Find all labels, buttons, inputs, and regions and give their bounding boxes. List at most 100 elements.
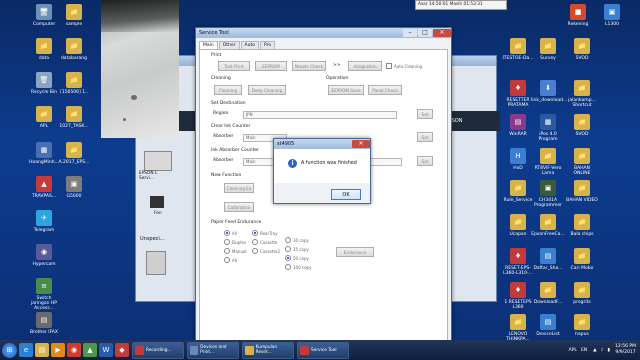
desktop-icon[interactable]: 📁 Ucapan — [501, 214, 535, 237]
region-select[interactable]: JPN — [243, 111, 397, 119]
nozzle-check-button[interactable]: Nozzle Check — [292, 61, 326, 71]
desktop-icon[interactable]: 📁 Survey — [531, 38, 565, 61]
close-button[interactable]: ✕ — [433, 28, 451, 37]
clock[interactable]: 12:56 PM 9/9/2017 — [615, 344, 636, 356]
volume-icon[interactable]: ♪ — [601, 348, 604, 353]
desktop-icon[interactable]: ✈ Telegram — [27, 210, 61, 233]
tray-arrow-icon[interactable]: ▲ — [593, 348, 596, 353]
desktop-icon[interactable]: 📁 Rule_Service — [501, 180, 535, 203]
pinned-app-icon[interactable]: e — [19, 342, 33, 358]
desktop-icon[interactable]: 📁 Cari Mobo — [565, 248, 599, 271]
desktop-icon[interactable]: ♦ 1 RESETEPS L360 — [501, 282, 535, 310]
desktop-icon[interactable]: ▣ L1300 — [595, 4, 629, 27]
radio-duplex[interactable]: Duplex — [224, 239, 246, 245]
desktop-icon[interactable]: ▤ Daftar_Sha... — [531, 248, 565, 271]
radio-cassette[interactable]: Cassette — [252, 239, 277, 245]
tray-lang[interactable]: EN — [581, 348, 587, 353]
panel-check-button[interactable]: Panel Check — [368, 85, 402, 95]
desktop-icon[interactable]: ◉ Hypercam — [27, 244, 61, 267]
minimize-button[interactable]: – — [403, 28, 417, 37]
desktop-icon[interactable]: 📁 progrits — [565, 282, 599, 305]
radio-25-copy[interactable]: 25 copy — [285, 246, 309, 252]
desktop-icon[interactable]: 📁 RT8VIF-Vero Lama — [531, 148, 565, 176]
radio-all-2[interactable]: All — [224, 257, 237, 263]
pinned-app-icon[interactable]: ▲ — [83, 342, 97, 358]
unspec-device-icon[interactable] — [146, 251, 166, 275]
radio-100-copy[interactable]: 100 copy — [285, 264, 311, 270]
fen-icon[interactable] — [150, 196, 164, 208]
desktop-icon[interactable]: 📁 hapus — [565, 314, 599, 337]
desktop-icon[interactable]: 📁 ITESTOE-Da... — [501, 38, 535, 61]
taskbar-window-button[interactable]: Kumpulan Reset... — [242, 341, 294, 359]
cleaning-ex-button[interactable]: Cleaning Ex — [224, 183, 254, 193]
radio-cassette2[interactable]: Cassette2 — [252, 248, 280, 254]
tab-main[interactable]: Main — [199, 41, 218, 49]
endurance-button[interactable]: Endurance — [336, 247, 374, 257]
desktop-icon[interactable]: 🗑 Recycle Bin — [27, 72, 61, 95]
desktop-icon[interactable]: 📁 APL — [27, 106, 61, 129]
desktop-icon[interactable]: ▦ iPos 4.0 Program — [531, 114, 565, 142]
dialog-close-button[interactable]: ✕ — [352, 139, 370, 148]
desktop-icon[interactable]: 📁 BAHAN ONLINE — [565, 148, 599, 176]
desktop-icon[interactable]: ⬇ link_download... — [531, 80, 567, 103]
test-print-button[interactable]: Test Print — [218, 61, 250, 71]
desktop-icon[interactable]: 📁 databarang — [57, 38, 91, 61]
dialog-titlebar[interactable]: st4905 ✕ — [274, 139, 370, 149]
desktop-icon[interactable]: ▲ TRAVPAS... — [27, 176, 61, 199]
service-tool-titlebar[interactable]: Service Tool – □ ✕ — [196, 28, 451, 38]
pinned-app-icon[interactable]: ◉ — [67, 342, 81, 358]
integration-button[interactable]: Integration — [348, 61, 382, 71]
taskbar-window-button[interactable]: Recording... — [132, 341, 184, 359]
desktop-icon[interactable]: 📁 DownloadF... — [531, 282, 565, 305]
desktop-icon[interactable]: ♦ RESET-EPS-L360-L310-... — [501, 248, 535, 276]
set-region-button[interactable]: Set — [417, 109, 433, 119]
tray-apl[interactable]: APL — [569, 348, 577, 353]
desktop-icon[interactable]: ▣ CH341A Programmer — [531, 180, 565, 208]
desktop-icon[interactable]: ▤ DeviceList — [531, 314, 565, 337]
radio-all[interactable]: All — [224, 230, 237, 236]
set-absorber-button[interactable]: Set — [417, 132, 433, 142]
network-icon[interactable]: ▮ — [608, 348, 610, 353]
dialog-ok-button[interactable]: OK — [331, 189, 361, 200]
cleaning-button[interactable]: Cleaning — [214, 85, 242, 95]
calibration-button[interactable]: Calibration — [224, 202, 254, 212]
desktop-icon[interactable]: 📁 A.2017_EPS... — [57, 142, 91, 165]
desktop-icon[interactable]: 📁 1027_TASK... — [57, 106, 91, 129]
desktop-icon[interactable]: 📁 SVOD — [565, 38, 599, 61]
desktop-icon[interactable]: 📁 Bala chips — [565, 214, 599, 237]
pinned-app-icon[interactable]: W — [99, 342, 113, 358]
desktop-icon[interactable]: ▤ Brother IFAX — [27, 312, 61, 335]
set-counter-button[interactable]: Set — [417, 156, 433, 166]
desktop-icon[interactable]: 📁 jalankamp... Shortcut — [565, 80, 599, 108]
taskbar-window-button[interactable]: Service Tool — [297, 341, 349, 359]
desktop-icon[interactable]: 📁 data — [27, 38, 61, 61]
tab-auto[interactable]: Auto — [240, 41, 259, 49]
start-button[interactable]: ⊞ — [2, 342, 17, 358]
pinned-app-icon[interactable]: ▶ — [51, 342, 65, 358]
pinned-app-icon[interactable]: ▤ — [35, 342, 49, 358]
eeprom-button[interactable]: EEPROM — [255, 61, 287, 71]
radio-reartray[interactable]: RearTray — [252, 230, 277, 236]
desktop-icon[interactable]: 📁 BAHAN VIDEO — [565, 180, 599, 203]
desktop-icon[interactable]: ≡ Switch jaringan HP Access... — [27, 278, 61, 311]
desktop-icon[interactable]: 📁 EpsonFreeCa... — [531, 214, 565, 237]
desktop-icon[interactable]: ▣ G5000 — [57, 176, 91, 199]
tab-pro[interactable]: Pro — [259, 41, 276, 49]
desktop-icon[interactable]: 📁 sample — [57, 4, 91, 27]
desktop-icon[interactable]: ▤ WinRAR — [501, 114, 535, 137]
auto-cleaning-checkbox[interactable]: Auto Cleaning — [386, 63, 422, 69]
tab-other[interactable]: Other — [218, 41, 240, 49]
radio-manual[interactable]: Manual — [224, 248, 247, 254]
desktop-icon[interactable]: ■ Rekening — [561, 4, 595, 27]
desktop-icon[interactable]: H HxD — [501, 148, 535, 171]
taskbar-window-button[interactable]: Devices and Print... — [187, 341, 239, 359]
desktop-icon[interactable]: 📁LENOVO THINKPA... — [501, 314, 535, 342]
deep-cleaning-button[interactable]: Deep Cleaning — [248, 85, 286, 95]
maximize-button[interactable]: □ — [418, 28, 432, 37]
epson-printer-icon[interactable] — [144, 151, 172, 171]
eeprom-save-button[interactable]: EEPROM Save — [328, 85, 364, 95]
desktop-icon[interactable]: ♦ RESETTER PRATAMA — [501, 80, 535, 108]
radio-10-copy[interactable]: 10 copy — [285, 237, 309, 243]
radio-50-copy[interactable]: 50 copy — [285, 255, 309, 261]
desktop-icon[interactable]: 🖥 Computer — [27, 4, 61, 27]
